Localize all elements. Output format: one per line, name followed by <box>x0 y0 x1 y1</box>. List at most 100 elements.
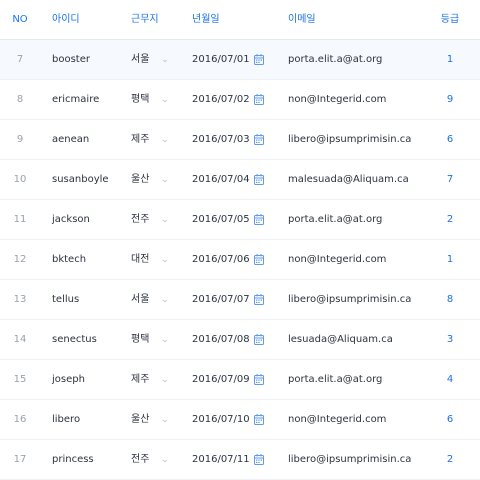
table-row[interactable]: 7 booster 서울 ⌄ 2016/07/01 porta.elit.a@at.org… <box>0 40 480 80</box>
email-cell[interactable]: malesuada@Aliquam.ca <box>288 160 409 200</box>
email-cell[interactable]: non@Integerid.com <box>288 400 386 440</box>
location-select-value[interactable]: 대전 <box>131 240 149 280</box>
column-header-email[interactable]: 이메일 <box>288 0 316 40</box>
user-id-cell[interactable]: princess <box>52 440 94 480</box>
date-cell[interactable]: 2016/07/11 <box>192 440 250 480</box>
calendar-icon[interactable] <box>254 414 264 425</box>
date-cell[interactable]: 2016/07/04 <box>192 160 250 200</box>
table-row[interactable]: 14 senectus 평택 ⌄ 2016/07/08 lesuada@Aliquam.c… <box>0 320 480 360</box>
table-row[interactable]: 13 tellus 서울 ⌄ 2016/07/07 libero@ipsumprimisi… <box>0 280 480 320</box>
user-id-cell[interactable]: joseph <box>52 360 85 400</box>
chevron-down-icon[interactable]: ⌄ <box>160 200 170 240</box>
grade-cell[interactable]: 9 <box>436 80 464 120</box>
chevron-down-icon[interactable]: ⌄ <box>160 120 170 160</box>
user-id-cell[interactable]: jackson <box>52 200 90 240</box>
chevron-down-icon[interactable]: ⌄ <box>160 440 170 480</box>
table-row[interactable]: 12 bktech 대전 ⌄ 2016/07/06 non@Integerid.com 1 <box>0 240 480 280</box>
grade-cell[interactable]: 4 <box>436 360 464 400</box>
column-header-no[interactable]: NO <box>0 0 40 40</box>
grade-cell[interactable]: 2 <box>436 440 464 480</box>
grade-cell[interactable]: 2 <box>436 200 464 240</box>
date-cell[interactable]: 2016/07/02 <box>192 80 250 120</box>
table-row[interactable]: 16 libero 울산 ⌄ 2016/07/10 non@Integerid.com 6 <box>0 400 480 440</box>
row-number: 10 <box>13 174 27 185</box>
chevron-down-icon[interactable]: ⌄ <box>160 240 170 280</box>
calendar-icon[interactable] <box>254 294 264 305</box>
calendar-icon[interactable] <box>254 214 264 225</box>
table-row[interactable]: 11 jackson 전주 ⌄ 2016/07/05 porta.elit.a@at.or… <box>0 200 480 240</box>
table-row[interactable]: 9 aenean 제주 ⌄ 2016/07/03 libero@ipsumprimisin… <box>0 120 480 160</box>
email-cell[interactable]: porta.elit.a@at.org <box>288 40 382 80</box>
user-id-cell[interactable]: ericmaire <box>52 80 99 120</box>
row-number: 11 <box>13 214 27 225</box>
grade-cell[interactable]: 6 <box>436 400 464 440</box>
email-cell[interactable]: porta.elit.a@at.org <box>288 360 382 400</box>
column-header-location[interactable]: 근무지 <box>131 0 159 40</box>
location-select-value[interactable]: 서울 <box>131 280 149 320</box>
date-cell[interactable]: 2016/07/01 <box>192 40 250 80</box>
location-select-value[interactable]: 평택 <box>131 80 149 120</box>
row-number: 7 <box>16 54 24 65</box>
location-select-value[interactable]: 제주 <box>131 360 149 400</box>
location-select-value[interactable]: 평택 <box>131 320 149 360</box>
calendar-icon[interactable] <box>254 94 264 105</box>
user-id-cell[interactable]: susanboyle <box>52 160 109 200</box>
calendar-icon[interactable] <box>254 174 264 185</box>
location-select-value[interactable]: 전주 <box>131 200 149 240</box>
user-id-cell[interactable]: libero <box>52 400 80 440</box>
table-row[interactable]: 17 princess 전주 ⌄ 2016/07/11 libero@ipsumprimi… <box>0 440 480 480</box>
grade-cell[interactable]: 6 <box>436 120 464 160</box>
column-header-grade[interactable]: 등급 <box>436 0 464 40</box>
chevron-down-icon[interactable]: ⌄ <box>160 280 170 320</box>
grade-cell[interactable]: 1 <box>436 40 464 80</box>
email-cell[interactable]: non@Integerid.com <box>288 240 386 280</box>
chevron-down-icon[interactable]: ⌄ <box>160 320 170 360</box>
chevron-down-icon[interactable]: ⌄ <box>160 360 170 400</box>
calendar-icon[interactable] <box>254 134 264 145</box>
row-number: 16 <box>13 414 27 425</box>
calendar-icon[interactable] <box>254 454 264 465</box>
location-select-value[interactable]: 울산 <box>131 400 149 440</box>
user-id-cell[interactable]: aenean <box>52 120 89 160</box>
calendar-icon[interactable] <box>254 334 264 345</box>
email-cell[interactable]: non@Integerid.com <box>288 80 386 120</box>
email-cell[interactable]: lesuada@Aliquam.ca <box>288 320 393 360</box>
location-select-value[interactable]: 울산 <box>131 160 149 200</box>
table-row[interactable]: 10 susanboyle 울산 ⌄ 2016/07/04 malesuada@Aliqu… <box>0 160 480 200</box>
email-cell[interactable]: libero@ipsumprimisin.ca <box>288 280 411 320</box>
calendar-icon[interactable] <box>254 54 264 65</box>
date-cell[interactable]: 2016/07/08 <box>192 320 250 360</box>
calendar-icon[interactable] <box>254 254 264 265</box>
chevron-down-icon[interactable]: ⌄ <box>160 400 170 440</box>
date-cell[interactable]: 2016/07/07 <box>192 280 250 320</box>
grade-cell[interactable]: 8 <box>436 280 464 320</box>
location-select-value[interactable]: 전주 <box>131 440 149 480</box>
chevron-down-icon[interactable]: ⌄ <box>160 80 170 120</box>
chevron-down-icon[interactable]: ⌄ <box>160 160 170 200</box>
chevron-down-icon[interactable]: ⌄ <box>160 40 170 80</box>
row-number: 15 <box>13 374 27 385</box>
column-header-id[interactable]: 아이디 <box>52 0 80 40</box>
date-cell[interactable]: 2016/07/09 <box>192 360 250 400</box>
calendar-icon[interactable] <box>254 374 264 385</box>
date-cell[interactable]: 2016/07/05 <box>192 200 250 240</box>
location-select-value[interactable]: 제주 <box>131 120 149 160</box>
column-header-date[interactable]: 년월일 <box>192 0 220 40</box>
location-select-value[interactable]: 서울 <box>131 40 149 80</box>
email-cell[interactable]: libero@ipsumprimisin.ca <box>288 120 411 160</box>
date-cell[interactable]: 2016/07/06 <box>192 240 250 280</box>
email-cell[interactable]: libero@ipsumprimisin.ca <box>288 440 411 480</box>
grade-cell[interactable]: 7 <box>436 160 464 200</box>
user-id-cell[interactable]: bktech <box>52 240 86 280</box>
grade-cell[interactable]: 3 <box>436 320 464 360</box>
email-cell[interactable]: porta.elit.a@at.org <box>288 200 382 240</box>
row-number: 8 <box>16 94 24 105</box>
date-cell[interactable]: 2016/07/10 <box>192 400 250 440</box>
user-id-cell[interactable]: booster <box>52 40 90 80</box>
grade-cell[interactable]: 1 <box>436 240 464 280</box>
table-row[interactable]: 15 joseph 제주 ⌄ 2016/07/09 porta.elit.a@at.org… <box>0 360 480 400</box>
date-cell[interactable]: 2016/07/03 <box>192 120 250 160</box>
user-id-cell[interactable]: tellus <box>52 280 79 320</box>
user-id-cell[interactable]: senectus <box>52 320 97 360</box>
table-row[interactable]: 8 ericmaire 평택 ⌄ 2016/07/02 non@Integerid.com… <box>0 80 480 120</box>
